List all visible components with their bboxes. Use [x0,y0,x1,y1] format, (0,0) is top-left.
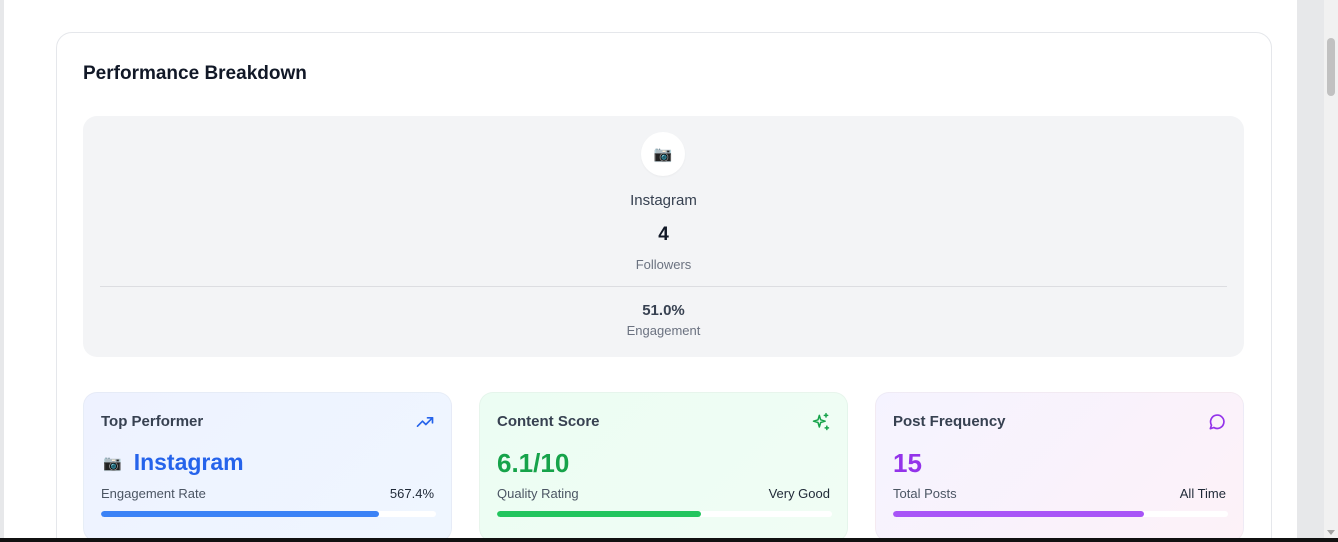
bottom-edge [0,538,1338,542]
performance-breakdown-card: Performance Breakdown 📷 Instagram 4 Foll… [56,32,1272,542]
scrollbar-thumb[interactable] [1327,38,1335,96]
post-frequency-card: Post Frequency 15 Total Posts All Time [875,392,1244,542]
quality-rating-value: Very Good [768,486,830,501]
content-score-value: 6.1/10 [497,448,570,478]
top-performer-platform: Instagram [133,449,244,475]
content-score-progress-fill [497,511,702,517]
engagement-rate-progress [101,511,436,517]
message-circle-icon [1209,414,1225,430]
camera-icon-glyph: 📷 [653,146,673,163]
post-frequency-progress-fill [893,511,1145,517]
content-score-title: Content Score [497,413,600,430]
platform-name: Instagram [630,192,697,209]
top-performer-value: 📷 Instagram [101,449,244,476]
camera-icon: 📷 [641,132,685,176]
trending-up-icon [416,417,434,427]
content-score-progress [497,511,832,517]
post-frequency-progress [893,511,1228,517]
quality-rating-label: Quality Rating [497,486,579,501]
total-posts-period: All Time [1179,486,1226,501]
followers-value: 4 [658,224,669,245]
engagement-label: Engagement [626,323,701,338]
post-frequency-value: 15 [893,448,922,478]
engagement-rate-progress-fill [101,511,380,517]
top-performer-card: Top Performer 📷 Instagram Engagement Rat… [83,392,452,542]
vertical-scrollbar[interactable] [1324,0,1338,538]
followers-label: Followers [635,257,692,272]
total-posts-label: Total Posts [893,486,957,501]
post-frequency-title: Post Frequency [893,413,1006,430]
engagement-rate-label: Engagement Rate [101,486,206,501]
sparkles-icon [812,412,830,431]
content-score-card: Content Score 6.1/10 Quality Rating Very… [479,392,848,542]
engagement-rate-value: 567.4% [389,486,434,501]
scroll-down-arrow-icon[interactable] [1327,530,1335,535]
engagement-value: 51.0% [642,302,685,319]
camera-icon: 📷 [103,454,122,472]
platform-summary-panel: 📷 Instagram 4 Followers 51.0% Engagement [83,116,1244,357]
card-title: Performance Breakdown [83,63,307,84]
divider [100,286,1227,287]
top-performer-title: Top Performer [101,413,204,430]
